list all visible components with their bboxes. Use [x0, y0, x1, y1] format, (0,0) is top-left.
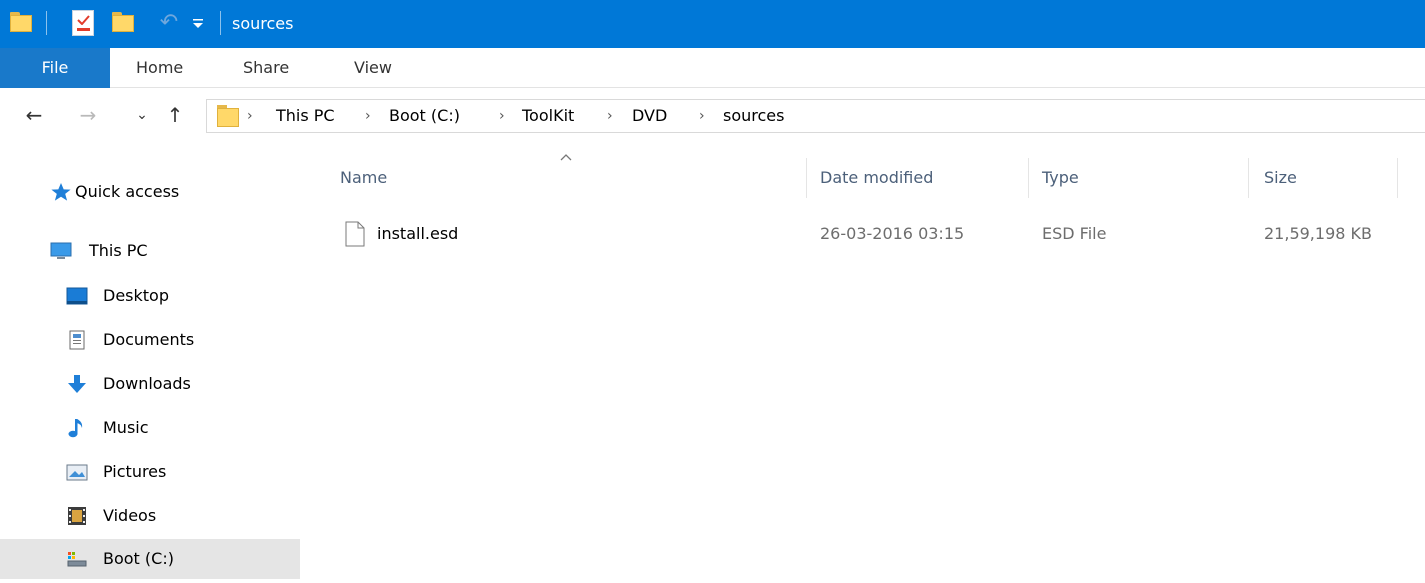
folder-icon: [217, 105, 239, 127]
sidebar-item-label: Boot (C:): [103, 549, 174, 568]
sidebar-item-label: Quick access: [75, 182, 180, 201]
column-divider[interactable]: [1028, 158, 1029, 198]
window-title: sources: [232, 14, 294, 33]
navigation-pane: Quick access This PC Desktop Documents D…: [0, 144, 300, 583]
sidebar-item-label: Downloads: [103, 374, 191, 393]
breadcrumb-chevron-icon[interactable]: ›: [607, 100, 613, 132]
file-size: 21,59,198 KB: [1264, 224, 1372, 243]
list-item[interactable]: install.esd 26-03-2016 03:15 ESD File 21…: [300, 214, 1425, 254]
sidebar-item-desktop[interactable]: Desktop: [0, 276, 300, 316]
new-folder-icon[interactable]: [112, 12, 134, 32]
breadcrumb-dvd[interactable]: DVD: [632, 100, 667, 132]
sidebar-item-pictures[interactable]: Pictures: [0, 452, 300, 492]
back-arrow-icon[interactable]: ←: [22, 100, 46, 130]
breadcrumb-sources[interactable]: sources: [723, 100, 784, 132]
sidebar-item-music[interactable]: Music: [0, 408, 300, 448]
tab-home[interactable]: Home: [136, 48, 183, 88]
tab-share[interactable]: Share: [243, 48, 289, 88]
sidebar-item-this-pc[interactable]: This PC: [0, 231, 300, 271]
download-arrow-icon: [68, 375, 86, 393]
up-arrow-icon[interactable]: ↑: [164, 100, 186, 130]
film-icon: [68, 507, 86, 525]
star-icon: [51, 183, 71, 201]
sidebar-item-videos[interactable]: Videos: [0, 496, 300, 536]
column-header-date-modified[interactable]: Date modified: [820, 150, 933, 202]
toolbar-separator: [46, 11, 47, 35]
file-list-header: Name Date modified Type Size: [300, 150, 1425, 202]
computer-icon: [50, 242, 72, 259]
title-bar: ↶ sources: [0, 0, 1425, 48]
drive-icon: [67, 552, 87, 567]
sidebar-item-documents[interactable]: Documents: [0, 320, 300, 360]
breadcrumb-chevron-icon[interactable]: ›: [699, 100, 705, 132]
documents-icon: [69, 330, 85, 350]
column-header-name[interactable]: Name: [340, 150, 387, 202]
breadcrumb-chevron-icon[interactable]: ›: [247, 100, 253, 132]
breadcrumb-boot-c[interactable]: Boot (C:): [389, 100, 460, 132]
forward-arrow-icon[interactable]: →: [76, 100, 100, 130]
sidebar-item-quick-access[interactable]: Quick access: [0, 172, 300, 212]
up-caret-icon[interactable]: [559, 152, 573, 162]
breadcrumb-toolkit[interactable]: ToolKit: [522, 100, 574, 132]
breadcrumb-chevron-icon[interactable]: ›: [365, 100, 371, 132]
sidebar-item-downloads[interactable]: Downloads: [0, 364, 300, 404]
music-note-icon: [68, 419, 83, 438]
column-divider[interactable]: [1248, 158, 1249, 198]
file-date-modified: 26-03-2016 03:15: [820, 224, 965, 243]
tab-file[interactable]: File: [0, 48, 110, 88]
tab-view[interactable]: View: [354, 48, 392, 88]
sidebar-item-label: Videos: [103, 506, 157, 525]
ribbon-tabs: File Home Share View: [0, 48, 1425, 88]
navigation-bar: ← → ⌄ ↑ › This PC › Boot (C:) › ToolKit …: [0, 88, 1425, 144]
sidebar-item-label: Music: [103, 418, 149, 437]
sidebar-item-label: This PC: [89, 241, 148, 260]
desktop-icon: [66, 287, 88, 305]
pictures-icon: [66, 464, 88, 481]
breadcrumb-this-pc[interactable]: This PC: [276, 100, 335, 132]
column-header-size[interactable]: Size: [1264, 150, 1297, 202]
sidebar-item-label: Desktop: [103, 286, 169, 305]
toolbar-separator: [220, 11, 221, 35]
properties-icon[interactable]: [72, 10, 94, 36]
undo-icon[interactable]: ↶: [156, 10, 182, 36]
column-divider[interactable]: [1397, 158, 1398, 198]
breadcrumb-chevron-icon[interactable]: ›: [499, 100, 505, 132]
address-bar[interactable]: › This PC › Boot (C:) › ToolKit › DVD › …: [206, 99, 1425, 133]
sidebar-item-label: Pictures: [103, 462, 167, 481]
sidebar-item-label: Documents: [103, 330, 195, 349]
sidebar-item-boot-c[interactable]: Boot (C:): [0, 539, 300, 579]
recent-locations-chevron-icon[interactable]: ⌄: [134, 100, 150, 130]
file-type: ESD File: [1042, 224, 1107, 243]
customize-dropdown-icon[interactable]: [190, 13, 206, 33]
column-header-type[interactable]: Type: [1042, 150, 1079, 202]
column-divider[interactable]: [806, 158, 807, 198]
file-icon: [345, 221, 365, 247]
file-name[interactable]: install.esd: [377, 214, 458, 254]
folder-icon[interactable]: [10, 12, 32, 32]
